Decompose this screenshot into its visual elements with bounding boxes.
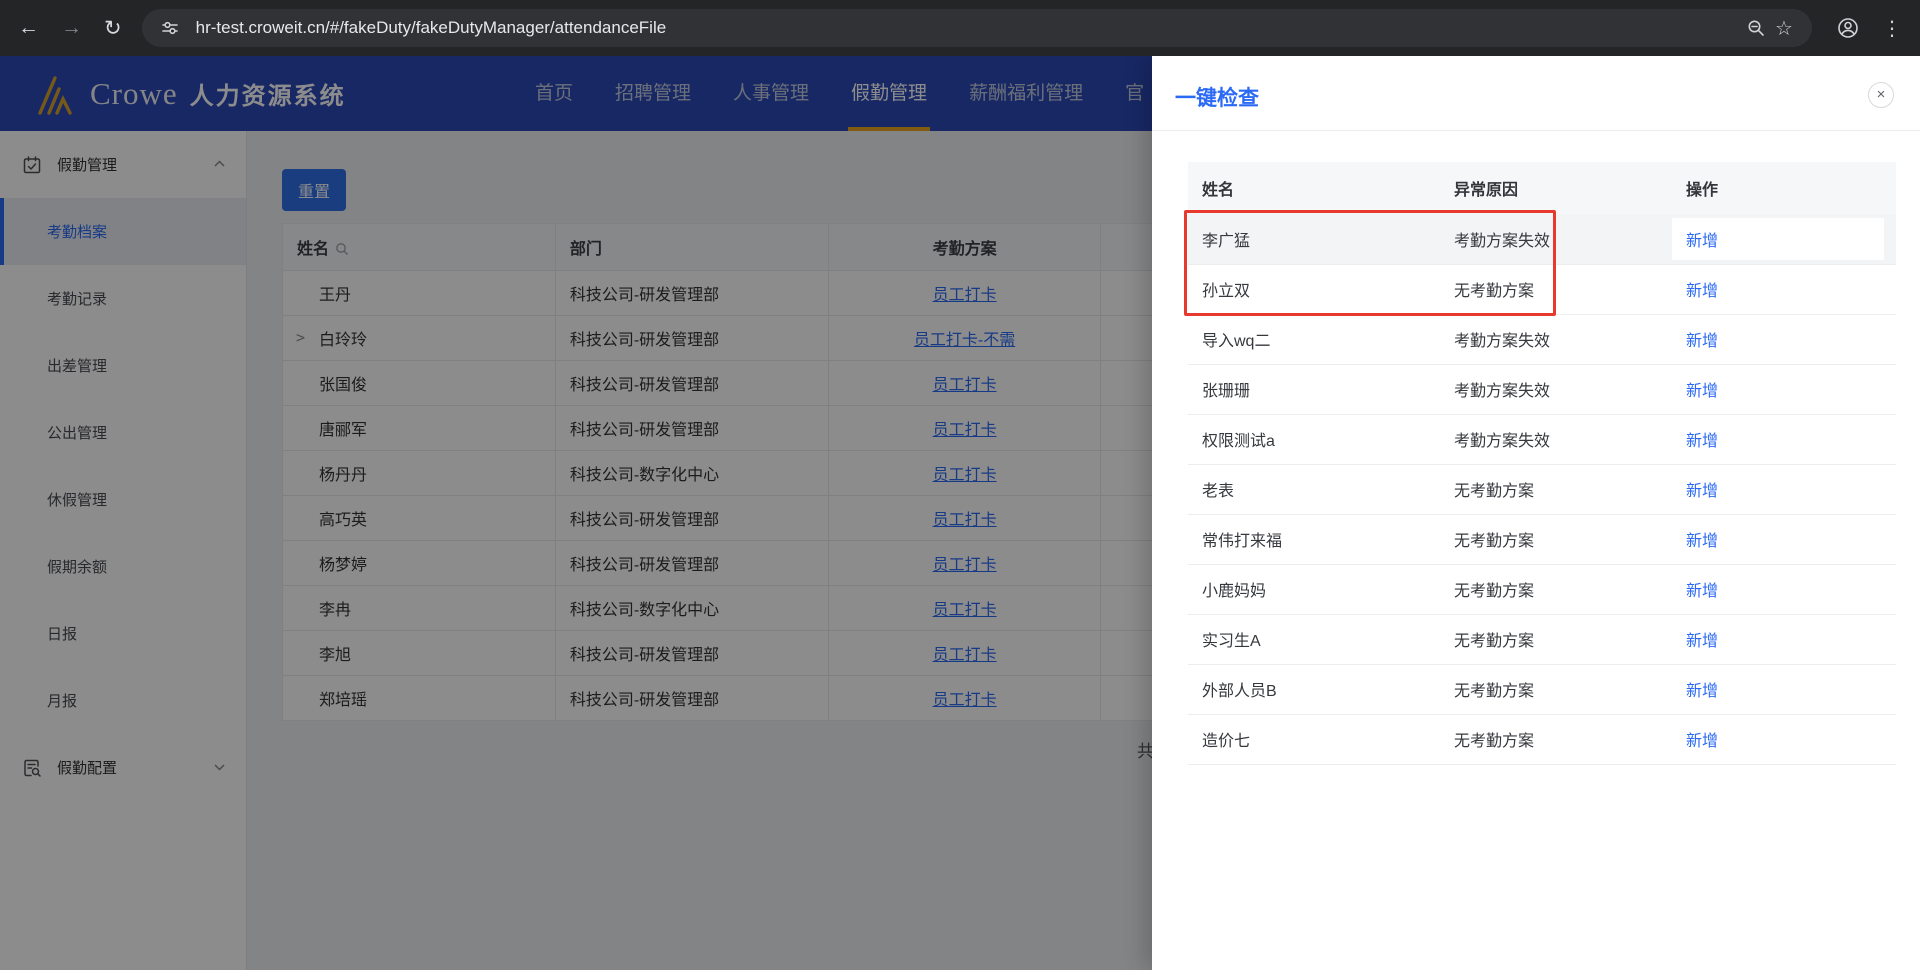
column-reason: 异常原因 bbox=[1440, 162, 1672, 214]
add-button[interactable]: 新增 bbox=[1686, 633, 1718, 650]
abnormal-reason: 考勤方案失效 bbox=[1440, 214, 1672, 265]
column-name: 姓名 bbox=[1188, 162, 1440, 214]
abnormal-reason: 无考勤方案 bbox=[1440, 514, 1672, 565]
abnormal-reason: 无考勤方案 bbox=[1440, 714, 1672, 765]
browser-forward-icon[interactable]: → bbox=[61, 16, 82, 40]
employee-name: 老表 bbox=[1188, 464, 1440, 515]
browser-toolbar: ← → ↻ hr-test.croweit.cn/#/fakeDuty/fake… bbox=[0, 0, 1920, 56]
add-button[interactable]: 新增 bbox=[1686, 283, 1718, 300]
employee-name: 实习生A bbox=[1188, 614, 1440, 665]
check-result-row: 外部人员B 无考勤方案 新增 bbox=[1188, 664, 1896, 715]
abnormal-reason: 无考勤方案 bbox=[1440, 264, 1672, 315]
employee-name: 权限测试a bbox=[1188, 414, 1440, 465]
column-action: 操作 bbox=[1672, 162, 1896, 214]
zoom-out-icon[interactable] bbox=[1742, 14, 1770, 42]
add-button[interactable]: 新增 bbox=[1686, 383, 1718, 400]
table-header-row: 姓名 异常原因 操作 bbox=[1188, 162, 1896, 214]
add-button[interactable]: 新增 bbox=[1686, 583, 1718, 600]
site-settings-icon[interactable] bbox=[156, 14, 184, 42]
employee-name: 导入wq二 bbox=[1188, 314, 1440, 365]
employee-name: 小鹿妈妈 bbox=[1188, 564, 1440, 615]
check-result-row: 老表 无考勤方案 新增 bbox=[1188, 464, 1896, 515]
add-button[interactable]: 新增 bbox=[1686, 483, 1718, 500]
check-result-row: 权限测试a 考勤方案失效 新增 bbox=[1188, 414, 1896, 465]
one-click-check-drawer: 一键检查 × 姓名 异常原因 操作 李广猛 考勤方案失效 新增 孙立双 无考勤方… bbox=[1152, 56, 1920, 970]
check-result-row: 张珊珊 考勤方案失效 新增 bbox=[1188, 364, 1896, 415]
employee-name: 孙立双 bbox=[1188, 264, 1440, 315]
abnormal-reason: 无考勤方案 bbox=[1440, 564, 1672, 615]
check-result-row: 李广猛 考勤方案失效 新增 bbox=[1188, 214, 1896, 265]
browser-menu-icon[interactable]: ⋮ bbox=[1882, 16, 1902, 41]
employee-name: 外部人员B bbox=[1188, 664, 1440, 715]
browser-back-icon[interactable]: ← bbox=[18, 16, 39, 40]
check-result-row: 常伟打来福 无考勤方案 新增 bbox=[1188, 514, 1896, 565]
abnormal-reason: 考勤方案失效 bbox=[1440, 414, 1672, 465]
employee-name: 李广猛 bbox=[1188, 214, 1440, 265]
check-result-row: 实习生A 无考勤方案 新增 bbox=[1188, 614, 1896, 665]
add-button[interactable]: 新增 bbox=[1686, 733, 1718, 750]
close-icon[interactable]: × bbox=[1868, 82, 1894, 108]
drawer-divider bbox=[1152, 130, 1920, 131]
add-button[interactable]: 新增 bbox=[1686, 233, 1718, 250]
check-result-row: 导入wq二 考勤方案失效 新增 bbox=[1188, 314, 1896, 365]
employee-name: 造价七 bbox=[1188, 714, 1440, 765]
browser-reload-icon[interactable]: ↻ bbox=[104, 16, 122, 41]
add-button[interactable]: 新增 bbox=[1686, 533, 1718, 550]
url-text[interactable]: hr-test.croweit.cn/#/fakeDuty/fakeDutyMa… bbox=[196, 18, 1742, 38]
address-bar[interactable]: hr-test.croweit.cn/#/fakeDuty/fakeDutyMa… bbox=[141, 9, 1812, 47]
bookmark-star-icon[interactable]: ☆ bbox=[1770, 14, 1798, 42]
drawer-title: 一键检查 bbox=[1175, 87, 1259, 110]
add-button[interactable]: 新增 bbox=[1686, 433, 1718, 450]
abnormal-reason: 无考勤方案 bbox=[1440, 664, 1672, 715]
employee-name: 张珊珊 bbox=[1188, 364, 1440, 415]
abnormal-reason: 无考勤方案 bbox=[1440, 614, 1672, 665]
check-result-row: 孙立双 无考勤方案 新增 bbox=[1188, 264, 1896, 315]
check-result-row: 造价七 无考勤方案 新增 bbox=[1188, 714, 1896, 765]
add-button[interactable]: 新增 bbox=[1686, 333, 1718, 350]
abnormal-reason: 无考勤方案 bbox=[1440, 464, 1672, 515]
check-result-row: 小鹿妈妈 无考勤方案 新增 bbox=[1188, 564, 1896, 615]
abnormal-reason: 考勤方案失效 bbox=[1440, 364, 1672, 415]
abnormal-reason: 考勤方案失效 bbox=[1440, 314, 1672, 365]
profile-icon[interactable] bbox=[1834, 14, 1862, 42]
add-button[interactable]: 新增 bbox=[1686, 683, 1718, 700]
employee-name: 常伟打来福 bbox=[1188, 514, 1440, 565]
check-result-table: 姓名 异常原因 操作 李广猛 考勤方案失效 新增 孙立双 无考勤方案 新增 导入… bbox=[1188, 162, 1896, 765]
